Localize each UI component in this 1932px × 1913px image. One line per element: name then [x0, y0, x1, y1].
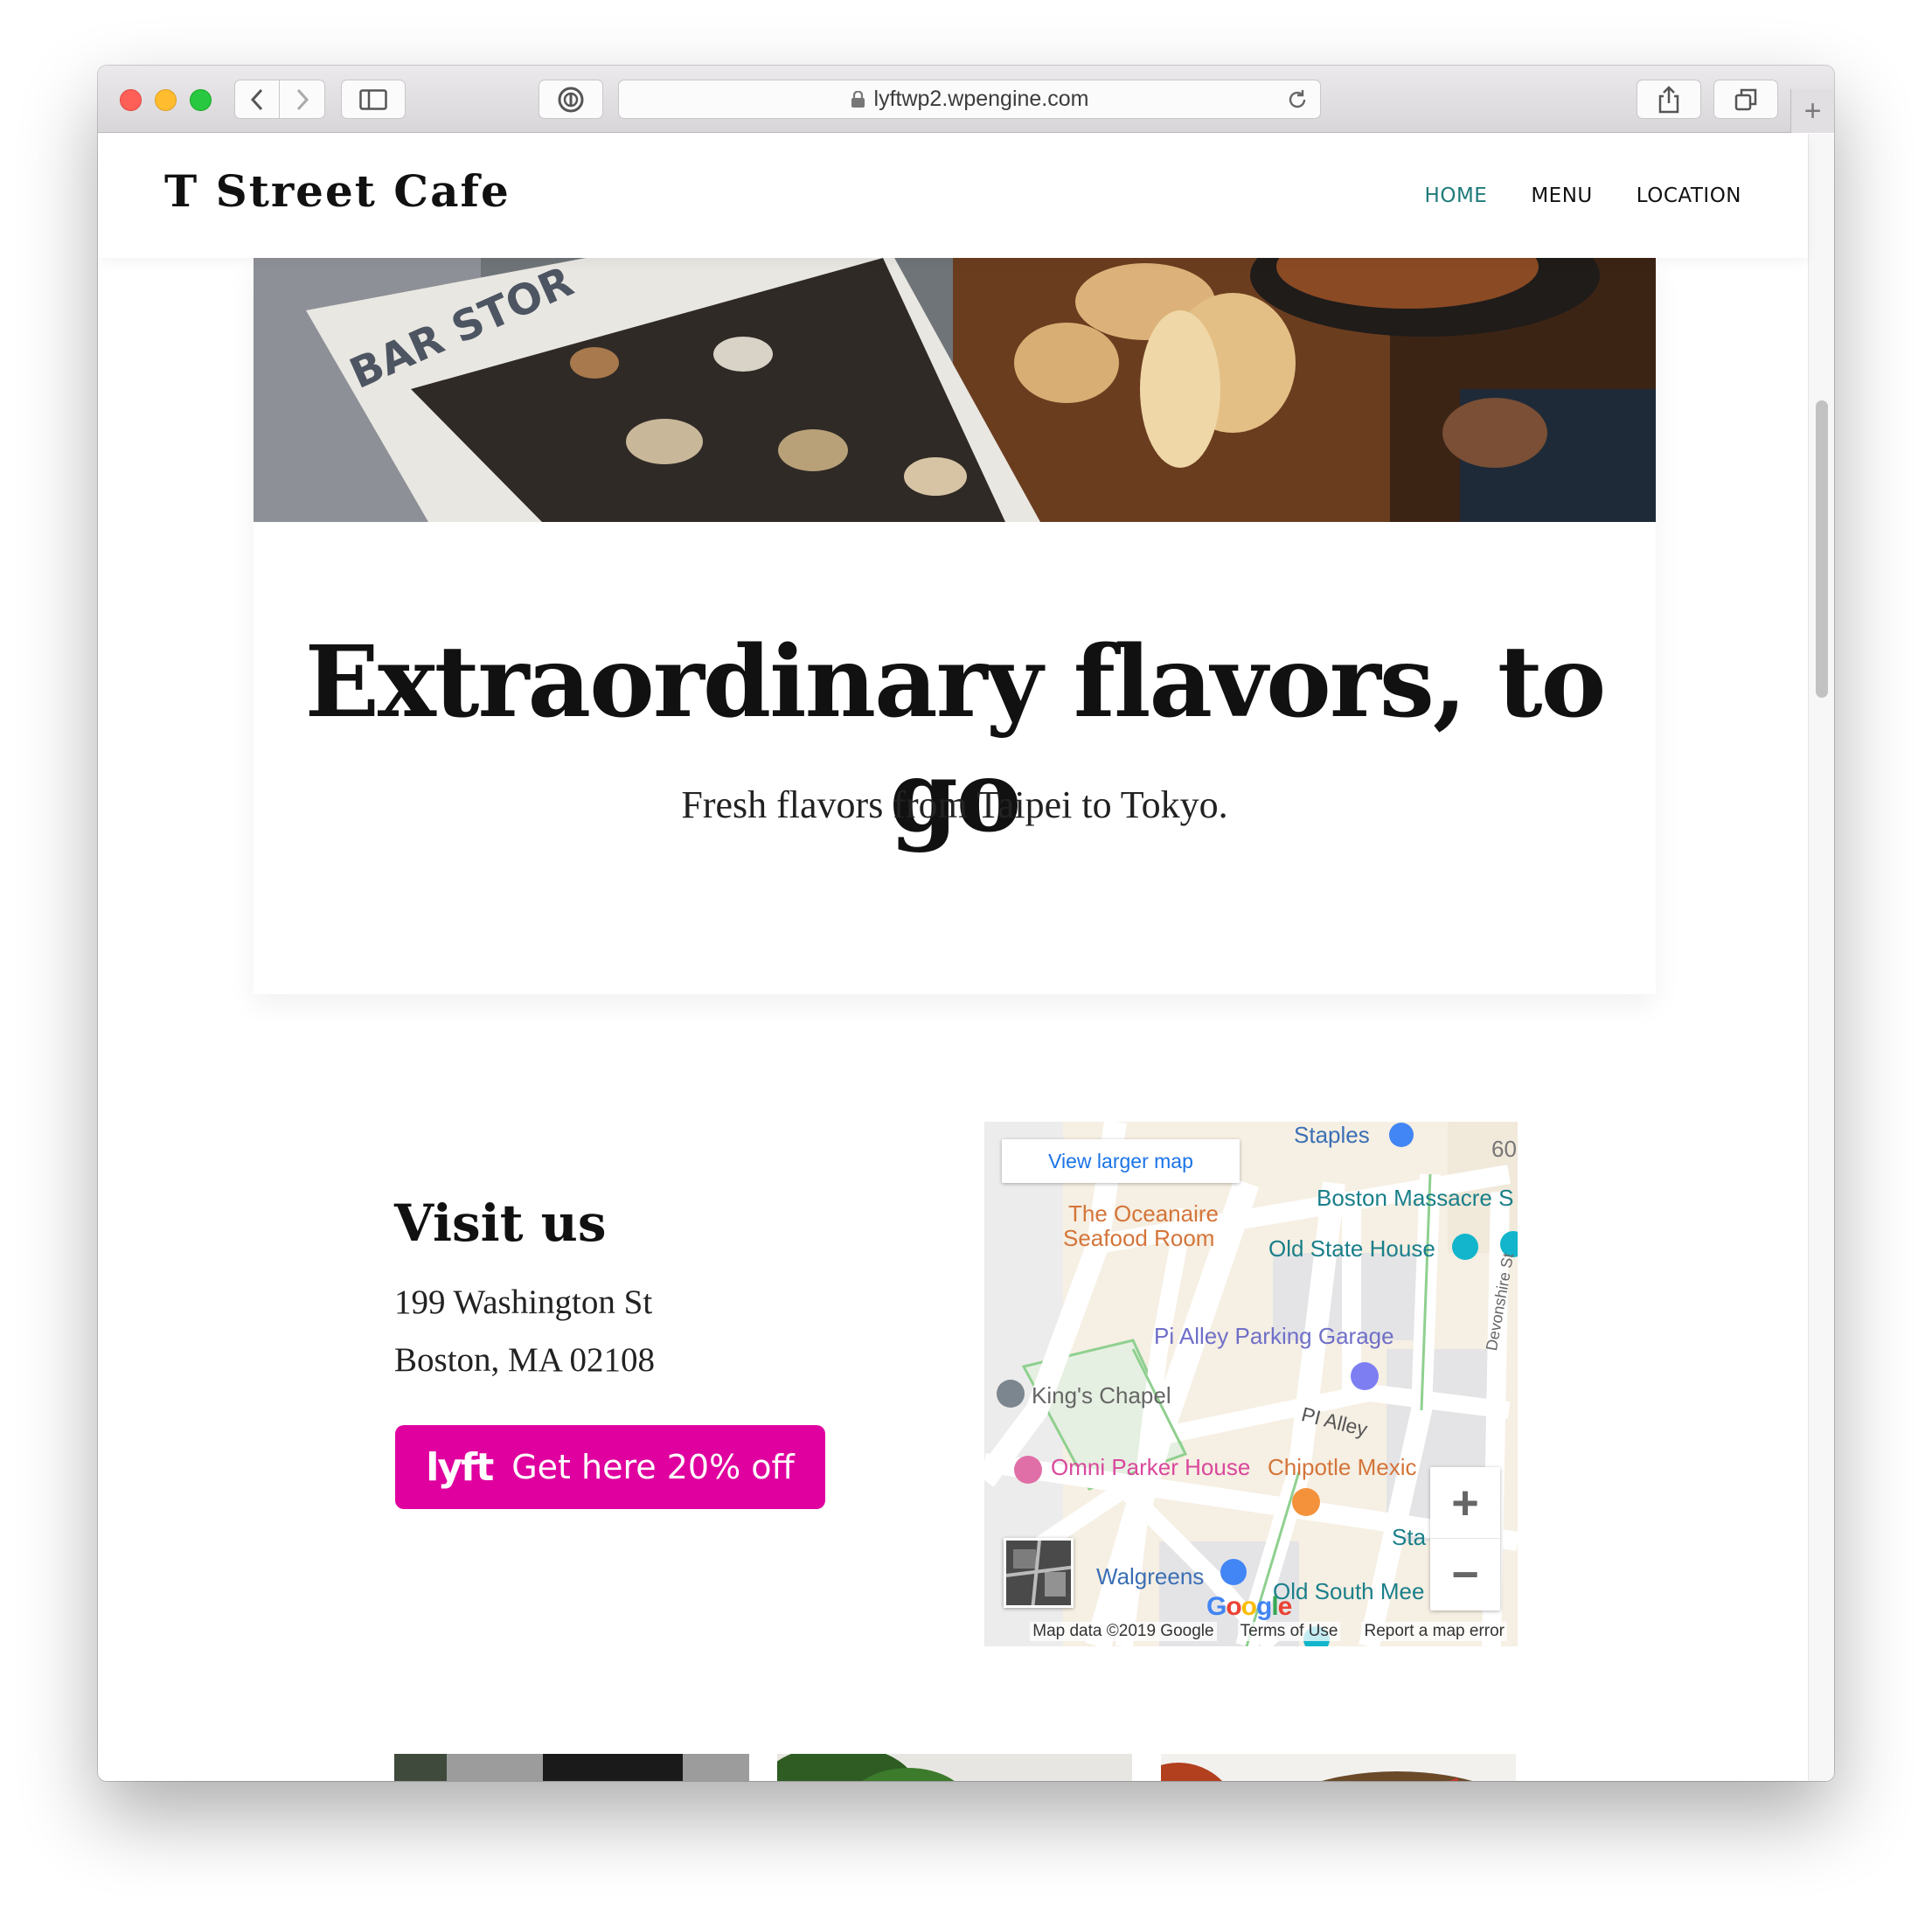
map-label-old-south[interactable]: Old South Mee [1273, 1578, 1424, 1605]
zoom-in-button[interactable]: + [1430, 1467, 1500, 1539]
nav-home[interactable]: HOME [1425, 184, 1488, 207]
fullscreen-window-button[interactable] [190, 89, 212, 111]
tabs-icon [1734, 88, 1757, 110]
sidebar-icon [359, 88, 387, 110]
password-manager-button[interactable] [539, 80, 603, 119]
gallery-image-2[interactable] [777, 1754, 1132, 1781]
hero-card: BAR STOR Extraordinary flavors, to go Fr… [254, 258, 1656, 994]
map-label-walgreens[interactable]: Walgreens [1096, 1563, 1204, 1590]
zoom-out-button[interactable]: − [1430, 1539, 1500, 1610]
sidebar-toggle-button[interactable] [341, 80, 406, 119]
gallery-image-3[interactable] [1161, 1754, 1516, 1781]
map-label-boston-massacre[interactable]: Boston Massacre S [1317, 1185, 1513, 1212]
nav-location[interactable]: LOCATION [1637, 184, 1741, 207]
chevron-right-icon [296, 88, 309, 110]
back-button[interactable] [234, 80, 280, 119]
location-map[interactable]: View larger map Staples 60 Boston Massac… [984, 1122, 1518, 1646]
main-nav: HOME MENU LOCATION [1425, 184, 1741, 207]
forward-button[interactable] [280, 80, 325, 119]
visit-heading: Visit us [394, 1193, 607, 1253]
lyft-logo: lyft [426, 1444, 494, 1490]
url-text: lyftwp2.wpengine.com [873, 87, 1089, 111]
map-label-chipotle[interactable]: Chipotle Mexic [1268, 1454, 1417, 1481]
lock-icon [851, 90, 865, 108]
lyft-button-label: Get here 20% off [511, 1448, 795, 1486]
map-data-attribution: Map data ©2019 Google [1030, 1622, 1217, 1641]
map-label-staples[interactable]: Staples [1294, 1122, 1370, 1149]
map-label-old-state-house[interactable]: Old State House [1268, 1235, 1435, 1263]
map-label-station: Sta [1392, 1524, 1427, 1550]
satellite-toggle[interactable] [1004, 1538, 1074, 1608]
address-line-1: 199 Washington St [394, 1283, 653, 1321]
site-logo[interactable]: T Street Cafe [164, 165, 511, 217]
address-bar[interactable]: lyftwp2.wpengine.com [618, 80, 1321, 119]
chevron-left-icon [250, 88, 263, 110]
map-terms-link[interactable]: Terms of Use [1237, 1622, 1341, 1641]
site-header: T Street Cafe HOME MENU LOCATION [98, 134, 1808, 258]
address-line-2: Boston, MA 02108 [394, 1341, 655, 1379]
gallery-image-1[interactable] [394, 1754, 749, 1781]
reload-icon[interactable] [1285, 87, 1310, 112]
map-label-kings-chapel[interactable]: King's Chapel [1032, 1382, 1171, 1409]
hero-image: BAR STOR [254, 258, 1656, 522]
map-label-oceanaire-1[interactable]: The Oceanaire [1068, 1200, 1219, 1228]
nav-menu[interactable]: MENU [1531, 184, 1592, 207]
scrollbar-thumb[interactable] [1816, 400, 1828, 698]
hero-subtitle: Fresh flavors from Taipei to Tokyo. [681, 783, 1228, 826]
map-label-omni-parker[interactable]: Omni Parker House [1051, 1454, 1250, 1481]
password-manager-icon [558, 87, 584, 112]
minimize-window-button[interactable] [155, 89, 177, 111]
satellite-thumbnail-icon [1006, 1541, 1071, 1605]
share-button[interactable] [1637, 80, 1701, 119]
tab-overview-button[interactable] [1713, 80, 1778, 119]
new-tab-button[interactable]: + [1790, 89, 1834, 133]
browser-toolbar: lyftwp2.wpengine.com + [98, 66, 1834, 133]
map-label-oceanaire-2: Seafood Room [1063, 1225, 1215, 1251]
map-label-pi-alley-garage[interactable]: Pi Alley Parking Garage [1154, 1323, 1394, 1350]
browser-window: lyftwp2.wpengine.com + T Street Cafe HOM… [98, 66, 1834, 1781]
page-viewport: T Street Cafe HOME MENU LOCATION BAR STO… [98, 134, 1834, 1781]
view-larger-map-link[interactable]: View larger map [1002, 1139, 1240, 1183]
map-label-number: 60 [1491, 1136, 1517, 1162]
map-footer: Map data ©2019 Google Terms of Use Repor… [984, 1617, 1518, 1646]
share-icon [1658, 85, 1679, 113]
lyft-discount-button[interactable]: lyft Get here 20% off [395, 1425, 825, 1509]
page-scrollbar[interactable] [1808, 134, 1834, 1781]
map-report-error-link[interactable]: Report a map error [1361, 1622, 1507, 1641]
close-window-button[interactable] [120, 89, 142, 111]
map-zoom-controls: + − [1430, 1467, 1500, 1610]
